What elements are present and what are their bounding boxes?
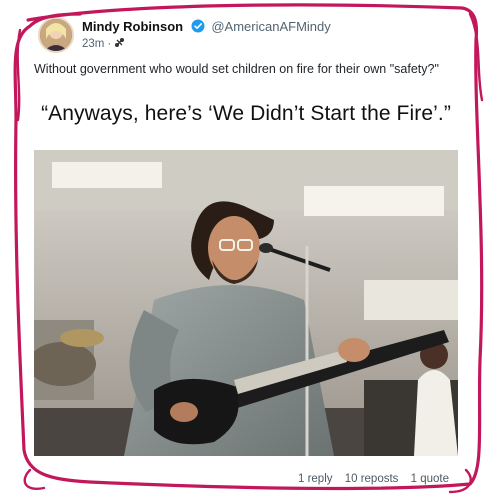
meme-image[interactable]: “Anyways, here’s ‘We Didn’t Start the Fi… [34, 88, 458, 456]
repost-count[interactable]: 10 reposts [345, 473, 399, 485]
author-handle[interactable]: @AmericanAFMindy [211, 19, 330, 34]
post-meta: 23m · [82, 37, 125, 51]
reply-count[interactable]: 1 reply [298, 473, 333, 485]
post-time[interactable]: 23m [82, 38, 104, 50]
fediverse-icon [114, 37, 125, 51]
post-text: Without government who would set childre… [34, 62, 439, 76]
meme-caption: “Anyways, here’s ‘We Didn’t Start the Fi… [41, 102, 451, 125]
avatar[interactable] [38, 17, 74, 53]
author-row: Mindy Robinson @AmericanAFMindy [82, 19, 331, 36]
meta-separator: · [107, 38, 112, 50]
author-name[interactable]: Mindy Robinson [82, 19, 183, 34]
post-stats: 1 reply 10 reposts 1 quote [298, 473, 449, 485]
quote-count[interactable]: 1 quote [411, 473, 449, 485]
verified-badge-icon [191, 19, 205, 36]
post-card: Mindy Robinson @AmericanAFMindy 23m · Wit… [0, 0, 489, 500]
post-header: Mindy Robinson @AmericanAFMindy 23m · [38, 17, 458, 55]
concert-photo [34, 150, 458, 456]
